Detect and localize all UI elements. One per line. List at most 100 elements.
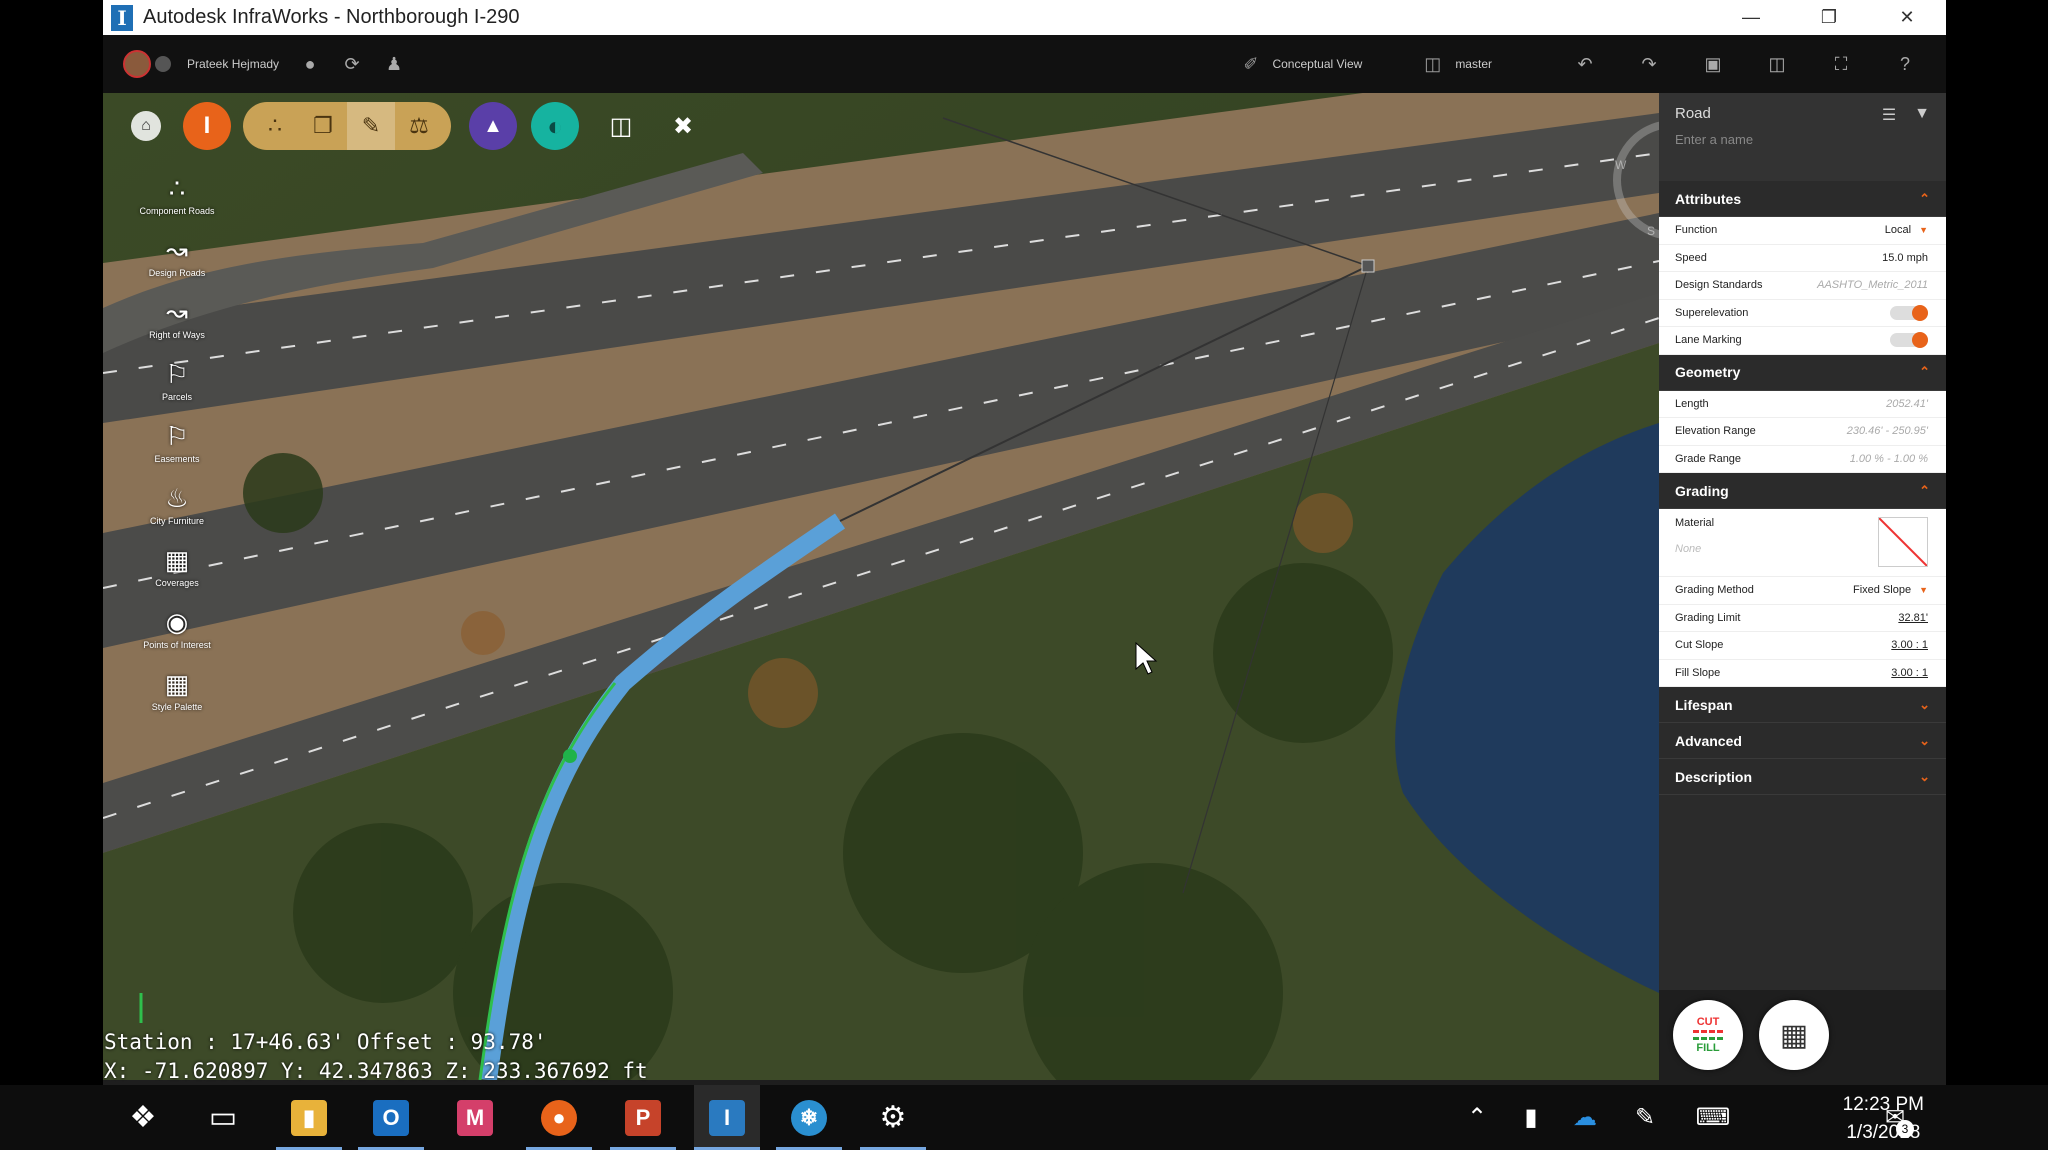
fill-slope-field[interactable]: 3.00 : 1 [1891, 667, 1928, 679]
sketch-tool-icon[interactable]: ✎ [347, 102, 395, 150]
help-icon[interactable]: ? [1894, 53, 1916, 75]
grading-limit-field[interactable]: 32.81' [1898, 612, 1928, 624]
palette-points-of-interest[interactable]: ◉ Points of Interest [127, 604, 227, 666]
firefox-icon[interactable]: ● [526, 1085, 592, 1150]
keyboard-icon[interactable]: ⌨ [1688, 1085, 1738, 1150]
material-label: Material [1675, 517, 1715, 529]
pen-icon[interactable]: ✎ [1620, 1085, 1670, 1150]
avatar[interactable] [123, 50, 151, 78]
branch-selector[interactable]: ◫ master [1424, 54, 1492, 75]
redo-icon[interactable]: ↷ [1638, 53, 1660, 75]
file-explorer-icon[interactable]: ▮ [276, 1085, 342, 1150]
right-of-ways-icon: ↝ [166, 297, 188, 327]
chevron-down-icon: ⌄ [1919, 732, 1930, 748]
lifespan-section-header[interactable]: Lifespan ⌄ [1659, 687, 1946, 723]
infraworks-taskbar-icon[interactable]: I [694, 1085, 760, 1150]
description-section-header[interactable]: Description ⌄ [1659, 759, 1946, 795]
cut-fill-icon [1693, 1030, 1723, 1040]
palette-right-of-ways[interactable]: ↝ Right of Ways [127, 294, 227, 356]
screen: I Autodesk InfraWorks - Northborough I-2… [0, 0, 2048, 1150]
grading-section-header[interactable]: Grading ⌃ [1659, 473, 1946, 509]
panel-menu-icon[interactable]: ☰ [1882, 105, 1896, 125]
account-menu-icon[interactable] [155, 56, 171, 72]
palette-city-furniture[interactable]: ♨ City Furniture [127, 480, 227, 542]
settings-icon[interactable]: ⚙ [860, 1085, 926, 1150]
minimize-icon[interactable]: — [1712, 0, 1790, 35]
palette-easements[interactable]: ⚐ Easements [127, 418, 227, 480]
panel-toggle-icon[interactable]: ◫ [1766, 53, 1788, 75]
copy-tool-icon[interactable]: ❐ [299, 102, 347, 150]
xyz-coordinates-text: X: -71.620897 Y: 42.347863 Z: 233.367692… [104, 1059, 648, 1083]
onedrive-icon[interactable]: ☁ [1560, 1085, 1610, 1150]
description-header-label: Description [1675, 768, 1753, 785]
close-icon[interactable]: ✕ [1868, 0, 1946, 35]
pin-icon[interactable]: ▼ [1914, 105, 1930, 125]
component-roads-icon: ∴ [168, 173, 186, 203]
view-mode-selector[interactable]: ✐ Conceptual View [1243, 54, 1362, 75]
speed-field[interactable]: 15.0 mph [1882, 252, 1928, 264]
material-value: None [1675, 543, 1702, 555]
powerpoint-icon[interactable]: P [610, 1085, 676, 1150]
cut-slope-field[interactable]: 3.00 : 1 [1891, 639, 1928, 651]
material-swatch[interactable] [1878, 517, 1928, 567]
notification-badge: 3 [1896, 1120, 1914, 1138]
map-viewport[interactable] [103, 93, 1659, 1080]
cut-fill-button[interactable]: CUT FILL [1673, 1000, 1743, 1070]
advanced-section-header[interactable]: Advanced ⌄ [1659, 723, 1946, 759]
analyze-tools-button[interactable]: ▲ [469, 102, 517, 150]
taskbar: ❖ ▭ ▮ O M ● P I ❄ ⚙ ⌃ ▮ ☁ ✎ ⌨ 12:23 PM 1… [0, 1085, 2048, 1150]
notifications-icon[interactable]: ✉ 3 [1870, 1085, 1920, 1150]
sync-icon[interactable]: ⟳ [341, 53, 363, 75]
palette-parcels[interactable]: ⚐ Parcels [127, 356, 227, 418]
restore-icon[interactable]: ❐ [1790, 0, 1868, 35]
name-input[interactable]: Enter a name [1675, 132, 1930, 147]
lane-marking-label: Lane Marking [1675, 334, 1742, 347]
palette-design-roads[interactable]: ↝ Design Roads [127, 232, 227, 294]
username[interactable]: Prateek Hejmady [187, 57, 279, 71]
geometry-section-header[interactable]: Geometry ⌃ [1659, 354, 1946, 391]
parcels-icon: ⚐ [165, 359, 189, 389]
top-bar: Prateek Hejmady ● ⟳ ♟ ✐ Conceptual View … [103, 35, 1946, 93]
settings-tools-icon[interactable]: ✖ [663, 106, 703, 146]
screenshot-icon[interactable]: ▣ [1702, 53, 1724, 75]
palette-coverages[interactable]: ▦ Coverages [127, 542, 227, 604]
elevation-range-value: 230.46' - 250.95' [1846, 425, 1928, 438]
snowflake-app-icon[interactable]: ❄ [776, 1085, 842, 1150]
status-icon[interactable]: ● [299, 53, 321, 75]
calculator-button[interactable]: ▦ [1759, 1000, 1829, 1070]
view-mode-label: Conceptual View [1272, 57, 1363, 71]
branch-label: master [1455, 57, 1492, 71]
tray-overflow-icon[interactable]: ⌃ [1452, 1085, 1502, 1150]
fullscreen-icon[interactable]: ⛶ [1830, 53, 1852, 75]
palette-component-roads[interactable]: ∴ Component Roads [127, 170, 227, 232]
infrastructure-tools-button[interactable]: I [183, 102, 231, 150]
map-toolbar: ⌂ I ∴ ❐ ✎ ⚖ ▲ ◐ ◫ ✖ [131, 102, 703, 150]
function-row: Function Local ▼ [1659, 217, 1946, 245]
task-view-icon[interactable]: ▭ [190, 1085, 256, 1150]
balance-tool-icon[interactable]: ⚖ [395, 102, 443, 150]
attributes-section-header[interactable]: Attributes ⌃ [1659, 181, 1946, 217]
length-label: Length [1675, 397, 1709, 410]
superelevation-toggle[interactable] [1890, 304, 1928, 321]
lane-marking-toggle[interactable] [1890, 332, 1928, 349]
mendeley-icon[interactable]: M [442, 1085, 508, 1150]
undo-icon[interactable]: ↶ [1574, 53, 1596, 75]
present-tools-button[interactable]: ◐ [531, 102, 579, 150]
presentation-icon[interactable]: ◫ [601, 106, 641, 146]
user-icon[interactable]: ♟ [383, 53, 405, 75]
coverages-icon: ▦ [164, 545, 190, 575]
home-icon[interactable]: ⌂ [131, 111, 161, 141]
battery-icon[interactable]: ▮ [1506, 1085, 1556, 1150]
grading-method-select[interactable]: Fixed Slope ▼ [1853, 584, 1928, 596]
roads-tool-icon[interactable]: ∴ [251, 102, 299, 150]
design-standards-label: Design Standards [1675, 279, 1763, 292]
grading-header-label: Grading [1675, 482, 1729, 499]
windows-start-icon[interactable]: ❖ [110, 1085, 176, 1150]
cut-label: CUT [1696, 1016, 1720, 1028]
outlook-icon[interactable]: O [358, 1085, 424, 1150]
left-palette: ∴ Component Roads ↝ Design Roads ↝ Right… [127, 170, 227, 728]
grading-method-label: Grading Method [1675, 584, 1754, 597]
function-select[interactable]: Local ▼ [1885, 224, 1928, 236]
palette-style-palette[interactable]: ▦ Style Palette [127, 666, 227, 728]
branch-icon: ◫ [1424, 53, 1442, 74]
